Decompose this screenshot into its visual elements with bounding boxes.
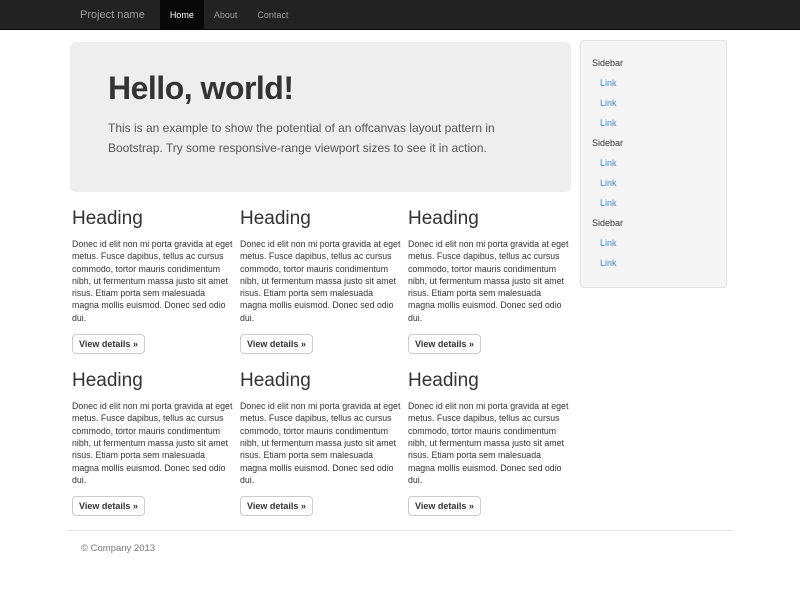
sidebar-link[interactable]: Link <box>581 193 726 213</box>
card-text-line: magna mollis euismod. Donec sed odio <box>408 299 576 311</box>
card-text-line: nibh, ut fermentum massa justo sit amet <box>408 437 576 449</box>
sidebar-link[interactable]: Link <box>581 113 726 133</box>
main-content: Hello, world! This is an example to show… <box>67 30 577 516</box>
card-text-line: commodo, tortor mauris condimentum <box>408 425 576 437</box>
sidebar-link[interactable]: Link <box>581 73 726 93</box>
card-text-line: dui. <box>240 312 408 324</box>
jumbotron: Hello, world! This is an example to show… <box>70 42 571 192</box>
card-heading: Heading <box>240 370 408 392</box>
card-text-line: magna mollis euismod. Donec sed odio <box>408 462 576 474</box>
card-text-line: nibh, ut fermentum massa justo sit amet <box>72 275 240 287</box>
card-text-line: Donec id elit non mi porta gravida at eg… <box>240 238 408 250</box>
card-text-line: metus. Fusce dapibus, tellus ac cursus <box>72 250 240 262</box>
card: Heading Donec id elit non mi porta gravi… <box>408 192 576 354</box>
page-title: Hello, world! <box>108 70 533 107</box>
card-text-line: dui. <box>72 312 240 324</box>
navbar: Project name Home About Contact <box>0 0 800 30</box>
card-text-line: nibh, ut fermentum massa justo sit amet <box>408 275 576 287</box>
view-details-button[interactable]: View details » <box>240 334 313 354</box>
navbar-container: Project name Home About Contact <box>67 0 733 30</box>
view-details-button[interactable]: View details » <box>240 496 313 516</box>
copyright-text: © Company 2013 <box>67 543 733 554</box>
card-text-line: risus. Etiam porta sem malesuada <box>240 287 408 299</box>
main-row: Hello, world! This is an example to show… <box>67 30 733 516</box>
card-text-line: risus. Etiam porta sem malesuada <box>72 449 240 461</box>
cards-row-2: Heading Donec id elit non mi porta gravi… <box>67 354 577 516</box>
card-text-line: risus. Etiam porta sem malesuada <box>72 287 240 299</box>
card-text: Donec id elit non mi porta gravida at eg… <box>72 238 240 324</box>
card-text-line: dui. <box>240 474 408 486</box>
nav-item-contact[interactable]: Contact <box>247 0 298 30</box>
footer-divider <box>67 530 733 531</box>
sidebar-link[interactable]: Link <box>581 93 726 113</box>
view-details-button[interactable]: View details » <box>72 334 145 354</box>
page-container: Hello, world! This is an example to show… <box>67 30 733 554</box>
card-text: Donec id elit non mi porta gravida at eg… <box>408 400 576 486</box>
card-text-line: metus. Fusce dapibus, tellus ac cursus <box>408 250 576 262</box>
card-text-line: dui. <box>72 474 240 486</box>
card-text-line: Donec id elit non mi porta gravida at eg… <box>408 238 576 250</box>
card-heading: Heading <box>72 370 240 392</box>
sidebar-link[interactable]: Link <box>581 173 726 193</box>
card-heading: Heading <box>408 208 576 230</box>
sidebar-link[interactable]: Link <box>581 153 726 173</box>
card-text-line: Donec id elit non mi porta gravida at eg… <box>72 400 240 412</box>
card-text-line: magna mollis euismod. Donec sed odio <box>72 299 240 311</box>
nav-item-about[interactable]: About <box>204 0 248 30</box>
card-text-line: magna mollis euismod. Donec sed odio <box>240 299 408 311</box>
card-text-line: risus. Etiam porta sem malesuada <box>408 449 576 461</box>
card-text-line: dui. <box>408 312 576 324</box>
brand-link[interactable]: Project name <box>67 0 160 30</box>
view-details-button[interactable]: View details » <box>408 496 481 516</box>
sidebar-group-title: Sidebar <box>581 53 726 73</box>
card-text-line: metus. Fusce dapibus, tellus ac cursus <box>72 412 240 424</box>
cards-row-1: Heading Donec id elit non mi porta gravi… <box>67 192 577 354</box>
card-text-line: commodo, tortor mauris condimentum <box>240 425 408 437</box>
card-text-line: magna mollis euismod. Donec sed odio <box>240 462 408 474</box>
card-text: Donec id elit non mi porta gravida at eg… <box>408 238 576 324</box>
card-text-line: risus. Etiam porta sem malesuada <box>240 449 408 461</box>
view-details-button[interactable]: View details » <box>72 496 145 516</box>
card: Heading Donec id elit non mi porta gravi… <box>72 354 240 516</box>
sidebar-link[interactable]: Link <box>581 253 726 273</box>
card-text-line: metus. Fusce dapibus, tellus ac cursus <box>408 412 576 424</box>
card-heading: Heading <box>72 208 240 230</box>
card-text-line: nibh, ut fermentum massa justo sit amet <box>240 275 408 287</box>
card-text-line: commodo, tortor mauris condimentum <box>72 425 240 437</box>
navbar-menu: Home About Contact <box>160 0 299 30</box>
card-text: Donec id elit non mi porta gravida at eg… <box>240 238 408 324</box>
card-text: Donec id elit non mi porta gravida at eg… <box>72 400 240 486</box>
card-text-line: Donec id elit non mi porta gravida at eg… <box>240 400 408 412</box>
sidebar-link[interactable]: Link <box>581 233 726 253</box>
jumbotron-description: This is an example to show the potential… <box>108 118 533 158</box>
card-text-line: nibh, ut fermentum massa justo sit amet <box>72 437 240 449</box>
card-text-line: metus. Fusce dapibus, tellus ac cursus <box>240 412 408 424</box>
card-text-line: commodo, tortor mauris condimentum <box>240 263 408 275</box>
card: Heading Donec id elit non mi porta gravi… <box>72 192 240 354</box>
card-text-line: risus. Etiam porta sem malesuada <box>408 287 576 299</box>
card-heading: Heading <box>240 208 408 230</box>
card-text-line: metus. Fusce dapibus, tellus ac cursus <box>240 250 408 262</box>
card-text-line: magna mollis euismod. Donec sed odio <box>72 462 240 474</box>
sidebar-group-title: Sidebar <box>581 133 726 153</box>
sidebar-panel: Sidebar Link Link Link Sidebar Link Link… <box>580 40 727 288</box>
card-text-line: dui. <box>408 474 576 486</box>
sidebar: Sidebar Link Link Link Sidebar Link Link… <box>577 30 733 516</box>
card-text-line: commodo, tortor mauris condimentum <box>408 263 576 275</box>
card-text-line: nibh, ut fermentum massa justo sit amet <box>240 437 408 449</box>
card-text-line: Donec id elit non mi porta gravida at eg… <box>72 238 240 250</box>
card: Heading Donec id elit non mi porta gravi… <box>240 192 408 354</box>
nav-item-home[interactable]: Home <box>160 0 204 30</box>
card-text-line: commodo, tortor mauris condimentum <box>72 263 240 275</box>
view-details-button[interactable]: View details » <box>408 334 481 354</box>
footer: © Company 2013 <box>67 530 733 554</box>
card: Heading Donec id elit non mi porta gravi… <box>408 354 576 516</box>
card-text: Donec id elit non mi porta gravida at eg… <box>240 400 408 486</box>
card: Heading Donec id elit non mi porta gravi… <box>240 354 408 516</box>
sidebar-group-title: Sidebar <box>581 213 726 233</box>
card-heading: Heading <box>408 370 576 392</box>
card-text-line: Donec id elit non mi porta gravida at eg… <box>408 400 576 412</box>
